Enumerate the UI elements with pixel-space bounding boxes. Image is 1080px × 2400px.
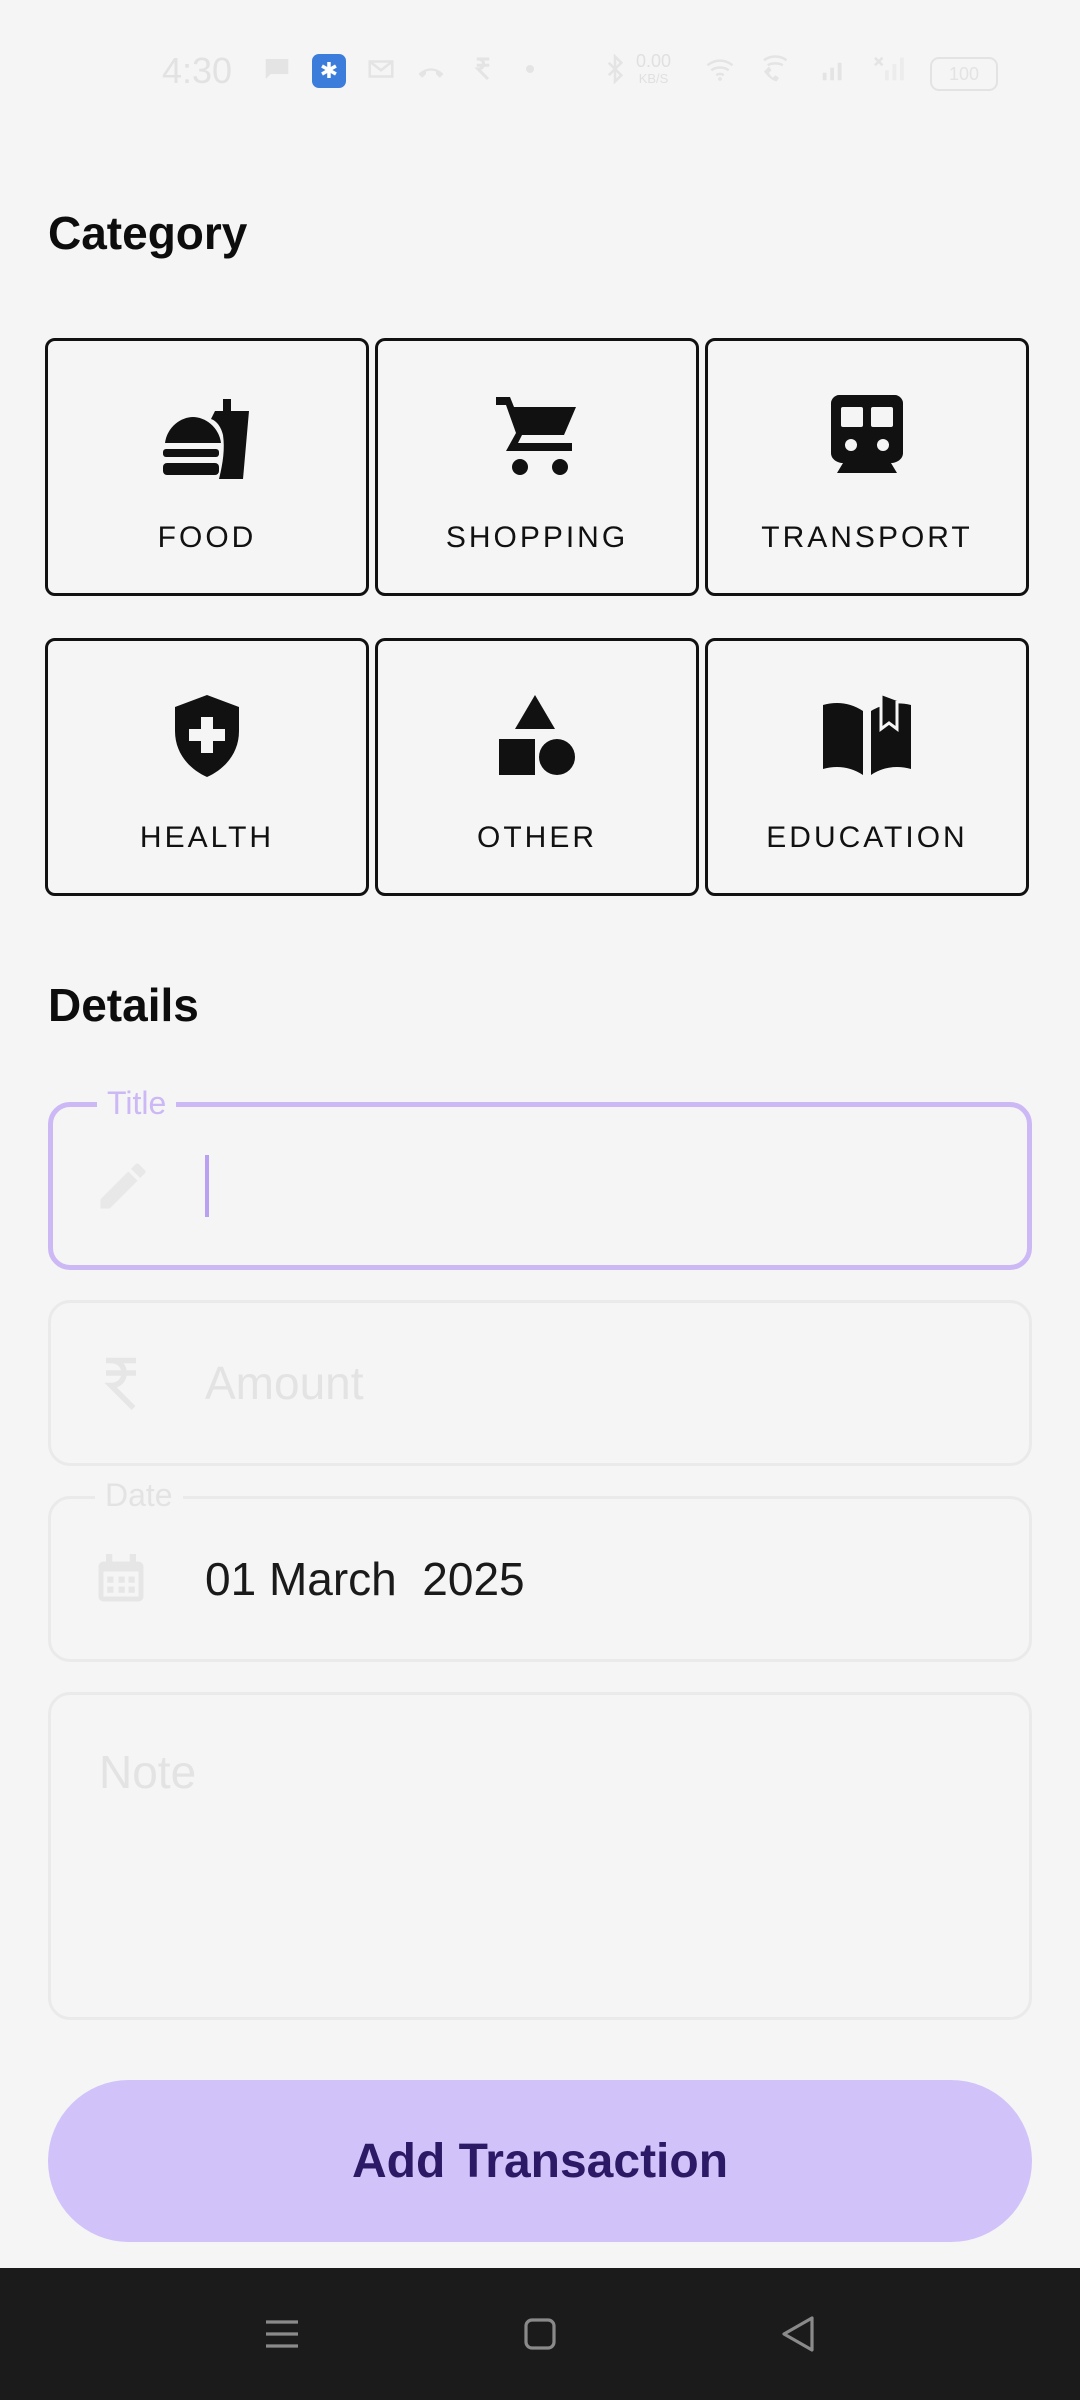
menu-icon[interactable] [258,2310,306,2358]
add-transaction-button[interactable]: Add Transaction [48,2080,1032,2242]
missed-call-icon [418,68,444,78]
category-label-food: FOOD [157,521,257,554]
system-nav-bar [0,2268,1080,2400]
category-label-education: EDUCATION [766,821,968,854]
home-icon[interactable] [516,2310,564,2358]
train-icon [831,395,903,473]
network-speed-unit: KB/S [638,71,669,86]
dot-icon [526,65,534,73]
status-time: 4:30 [162,50,233,91]
category-tile-shopping[interactable]: SHOPPING [375,338,699,596]
details-heading: Details [48,979,199,1031]
status-bar: 4:30 ✱ 0.00 KB/S 100 [0,0,1080,140]
rupee-icon [104,1357,136,1410]
pencil-icon [100,1163,146,1209]
category-tile-health[interactable]: HEALTH [45,638,369,896]
book-icon [823,695,911,775]
health-shield-icon [175,695,239,777]
title-field[interactable]: Title [48,1085,1032,1270]
category-label-other: OTHER [477,821,597,854]
category-label-transport: TRANSPORT [761,521,973,554]
category-heading: Category [48,207,248,259]
rupee-notification-icon [474,57,490,81]
category-tile-education[interactable]: EDUCATION [705,638,1029,896]
category-label-shopping: SHOPPING [445,521,629,554]
text-cursor [205,1155,209,1217]
category-tile-food[interactable]: FOOD [45,338,369,596]
category-label-health: HEALTH [139,821,275,854]
shapes-icon [499,695,575,775]
battery-indicator: 100 [930,57,998,91]
bluetooth-notification-icon: ✱ [312,54,346,88]
fastfood-icon [163,399,249,479]
category-tile-other[interactable]: OTHER [375,638,699,896]
note-placeholder: Note [99,1746,197,1798]
shopping-cart-icon [496,397,576,475]
chat-bubble-icon [265,59,289,79]
network-speed-value: 0.00 [636,51,672,71]
network-speed: 0.00 KB/S [636,52,671,88]
back-icon[interactable] [774,2310,822,2358]
signal-no-service-icon [874,56,904,81]
signal-icon [822,62,842,81]
category-tile-transport[interactable]: TRANSPORT [705,338,1029,596]
calendar-icon [98,1554,144,1602]
amount-placeholder: Amount [205,1357,364,1409]
amount-field[interactable]: Amount [48,1300,1032,1466]
date-field[interactable]: Date 01 March 2025 [48,1477,1032,1662]
wifi-calling-icon [763,55,788,82]
wifi-icon [706,59,734,81]
date-value: 01 March 2025 [205,1553,525,1605]
title-field-label: Title [97,1085,177,1122]
bluetooth-icon [607,54,624,84]
note-field[interactable]: Note [48,1692,1032,2020]
date-field-label: Date [95,1477,183,1514]
gmail-icon [368,60,394,78]
